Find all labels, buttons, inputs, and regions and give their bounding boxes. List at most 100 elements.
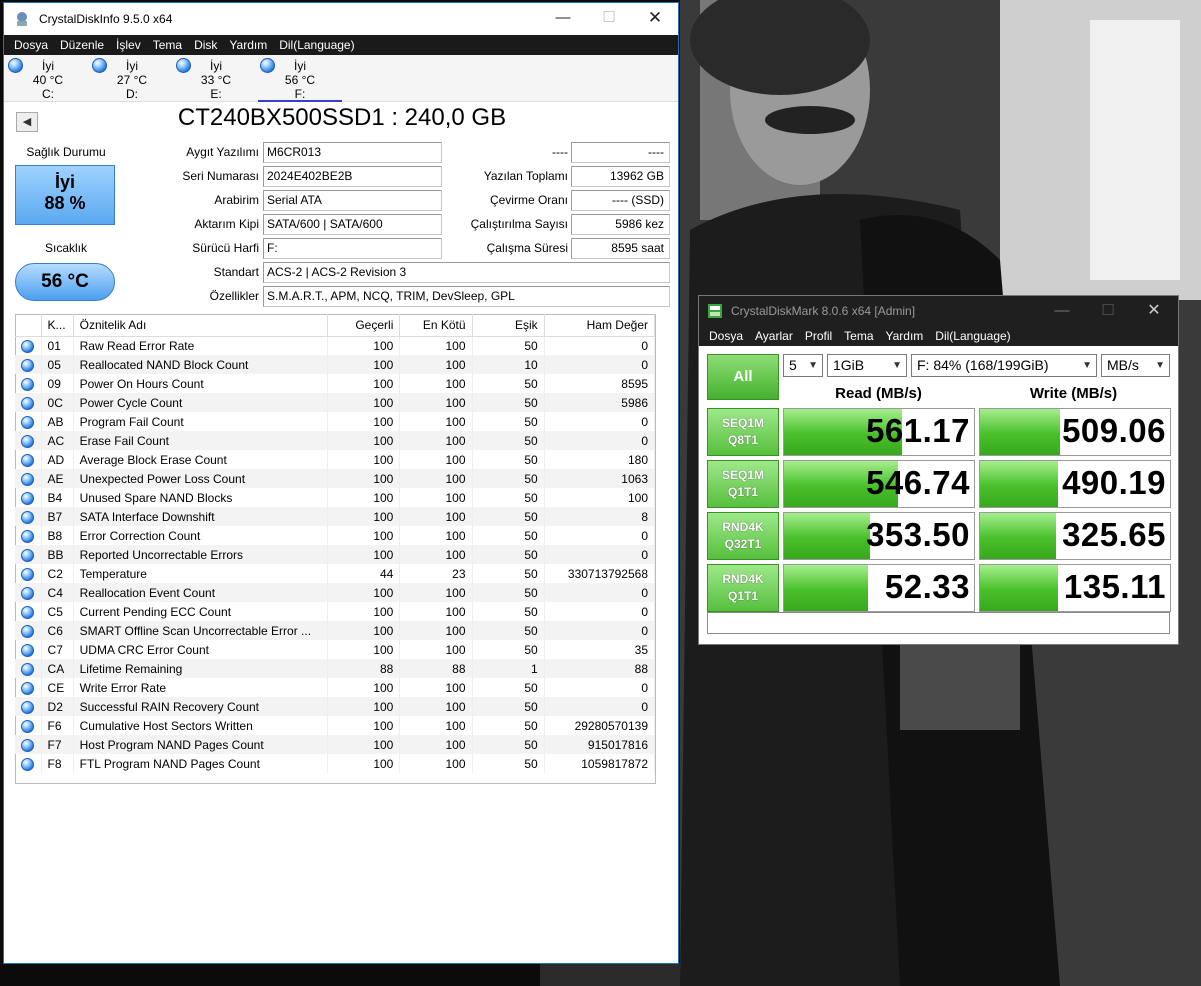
close-button[interactable]: ✕ [632,3,678,35]
menu-tema[interactable]: Tema [147,38,188,52]
standard-label: Standart [213,265,259,279]
table-row[interactable]: C5 Current Pending ECC Count 100 100 50 0 [15,602,656,621]
table-row[interactable]: 05 Reallocated NAND Block Count 100 100 10 0 [15,355,656,374]
menu-islev[interactable]: İşlev [110,38,147,52]
target-drive-select[interactable]: F: 84% (168/199GiB) ▼ [911,354,1097,377]
temperature-box[interactable]: 56 °C [15,263,115,301]
drive-tab-f[interactable]: İyi 56 °C F: [258,57,342,102]
menu-tema[interactable]: Tema [838,329,879,343]
table-row[interactable]: F8 FTL Program NAND Pages Count 100 100 50 10… [15,754,656,773]
read-result-bar [784,565,868,611]
table-row[interactable]: F6 Cumulative Host Sectors Written 100 100 5… [15,716,656,735]
table-row[interactable]: F7 Host Program NAND Pages Count 100 100 50 9… [15,735,656,754]
test-size-select[interactable]: 1GiB ▼ [827,354,907,377]
attr-id: AB [41,412,74,431]
table-row[interactable]: 09 Power On Hours Count 100 100 50 8595 [15,374,656,393]
table-row[interactable]: B7 SATA Interface Downshift 100 100 50 8 [15,507,656,526]
menu-language[interactable]: Dil(Language) [273,38,360,52]
cdi-main-panel: CT240BX500SSD1 : 240,0 GB ◀ Sağlık Durum… [4,102,678,962]
unit-select[interactable]: MB/s ▼ [1101,354,1170,377]
table-row[interactable]: B8 Error Correction Count 100 100 50 0 [15,526,656,545]
menu-language[interactable]: Dil(Language) [929,329,1016,343]
menu-dosya[interactable]: Dosya [8,38,54,52]
table-row[interactable]: C7 UDMA CRC Error Count 100 100 50 35 [15,640,656,659]
crystaldiskmark-app-icon [707,303,723,319]
comment-input[interactable] [707,612,1170,634]
attr-id: F6 [41,716,74,735]
attr-current: 100 [327,678,401,697]
test-button-seq1m-q8t1[interactable]: SEQ1M Q8T1 [707,408,779,456]
table-row[interactable]: AC Erase Fail Count 100 100 50 0 [15,431,656,450]
write-result-2: 325.65 [979,512,1171,560]
menu-ayarlar[interactable]: Ayarlar [749,329,799,343]
table-row[interactable]: 01 Raw Read Error Rate 100 100 50 0 [15,336,656,355]
col-status[interactable] [15,314,42,337]
test-button-rnd4k-q32t1[interactable]: RND4K Q32T1 [707,512,779,560]
test-button-seq1m-q1t1[interactable]: SEQ1M Q1T1 [707,460,779,508]
cdi-titlebar[interactable]: CrystalDiskInfo 9.5.0 x64 — ☐ ✕ [4,3,678,35]
col-worst[interactable]: En Kötü [399,314,473,337]
table-row[interactable]: BB Reported Uncorrectable Errors 100 100 50 0 [15,545,656,564]
test-button-rnd4k-q1t1[interactable]: RND4K Q1T1 [707,564,779,612]
drive-tab-e[interactable]: İyi 33 °C E: [174,57,258,102]
health-good-icon [21,662,34,676]
cdm-titlebar[interactable]: CrystalDiskMark 8.0.6 x64 [Admin] — ☐ ✕ [699,296,1178,326]
table-row[interactable]: D2 Successful RAIN Recovery Count 100 100 50… [15,697,656,716]
status-cell [15,659,42,678]
attr-id: 05 [41,355,74,374]
attr-id: F7 [41,735,74,754]
maximize-button[interactable]: ☐ [586,3,632,35]
attr-name: Program Fail Count [73,412,329,431]
table-row[interactable]: AB Program Fail Count 100 100 50 0 [15,412,656,431]
menu-dosya[interactable]: Dosya [703,329,749,343]
table-row[interactable]: CE Write Error Rate 100 100 50 0 [15,678,656,697]
write-result-3: 135.11 [979,564,1171,612]
menu-duzenle[interactable]: Düzenle [54,38,110,52]
menu-disk[interactable]: Disk [188,38,223,52]
table-row[interactable]: CA Lifetime Remaining 88 88 1 88 [15,659,656,678]
attr-name: Reported Uncorrectable Errors [73,545,329,564]
col-raw-value[interactable]: Ham Değer [544,314,656,337]
maximize-button[interactable]: ☐ [1085,296,1131,326]
read-result-value: 52.33 [884,568,970,605]
interface-label: Arabirim [214,193,259,207]
table-row[interactable]: AE Unexpected Power Loss Count 100 100 50 106… [15,469,656,488]
drive-tab-d[interactable]: İyi 27 °C D: [90,57,174,102]
drive-letter: C: [42,87,54,101]
attr-raw: 1059817872 [544,754,656,773]
attr-threshold: 50 [472,393,545,412]
smart-attribute-table: K... Öznitelik Adı Geçerli En Kötü Eşik … [15,314,656,773]
temperature-value: 56 °C [41,271,89,292]
table-row[interactable]: B4 Unused Spare NAND Blocks 100 100 50 100 [15,488,656,507]
menu-yardim[interactable]: Yardım [880,329,930,343]
run-all-button[interactable]: All [707,354,779,400]
table-row[interactable]: C4 Reallocation Event Count 100 100 50 0 [15,583,656,602]
health-status-box[interactable]: İyi 88 % [15,165,115,225]
attr-worst: 100 [399,526,473,545]
col-current[interactable]: Geçerli [327,314,401,337]
temperature-label: Sıcaklık [44,241,87,255]
drive-temp: 56 °C [284,73,316,87]
health-good-icon [21,738,34,752]
attr-worst: 100 [399,374,473,393]
test-count-select[interactable]: 5 ▼ [783,354,823,377]
table-row[interactable]: AD Average Block Erase Count 100 100 50 180 [15,450,656,469]
previous-disk-button[interactable]: ◀ [16,112,38,132]
drive-tab-c[interactable]: İyi 40 °C C: [6,57,90,102]
col-id[interactable]: K... [41,314,74,337]
target-drive-value: F: 84% (168/199GiB) [917,357,1049,373]
table-row[interactable]: C6 SMART Offline Scan Uncorrectable Error… [15,621,656,640]
close-button[interactable]: ✕ [1131,296,1177,326]
attr-threshold: 50 [472,640,545,659]
write-result-value: 135.11 [1063,568,1166,605]
table-row[interactable]: C2 Temperature 44 23 50 330713792568 [15,564,656,583]
col-attribute-name[interactable]: Öznitelik Adı [73,314,329,337]
table-row[interactable]: 0C Power Cycle Count 100 100 50 5986 [15,393,656,412]
minimize-button[interactable]: — [1039,296,1085,326]
drive-temp: 33 °C [200,73,232,87]
minimize-button[interactable]: — [540,3,586,35]
col-threshold[interactable]: Eşik [472,314,545,337]
menu-yardim[interactable]: Yardım [223,38,273,52]
status-cell [15,412,42,431]
menu-profil[interactable]: Profil [799,329,838,343]
